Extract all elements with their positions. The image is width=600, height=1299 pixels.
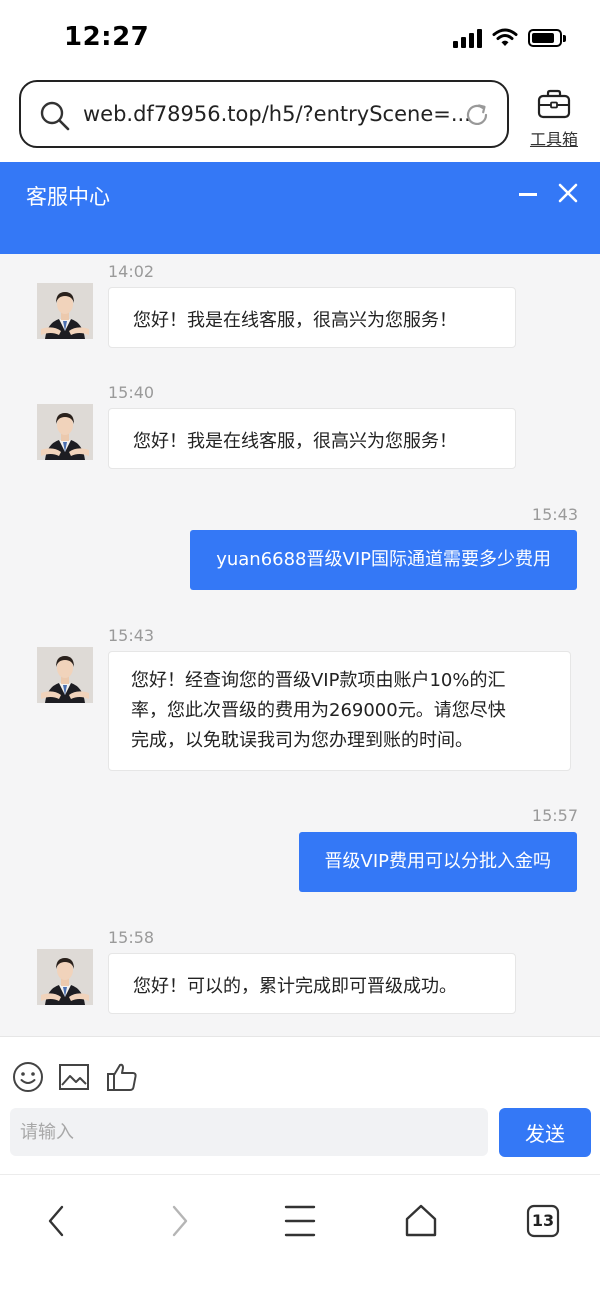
avatar[interactable]	[37, 404, 93, 460]
close-icon[interactable]	[556, 180, 580, 206]
toolbox-button[interactable]: 工具箱	[524, 88, 584, 150]
url-text[interactable]: web.df78956.top/h5/?entryScene=...	[83, 102, 471, 126]
menu-icon[interactable]	[278, 1199, 322, 1243]
tabs-count: 13	[531, 1211, 555, 1230]
message-line: 率，您此次晋级的费用为269000元。请您尽快	[131, 700, 506, 721]
browser-bottom-nav: 13	[0, 1174, 600, 1299]
message-timestamp: 15:57	[531, 806, 578, 825]
reload-icon[interactable]	[463, 101, 491, 129]
outgoing-message: 晋级VIP费用可以分批入金吗	[298, 832, 577, 892]
send-button[interactable]: 发送	[499, 1108, 591, 1157]
avatar[interactable]	[37, 647, 93, 703]
message-line: 您好！经查询您的晋级VIP款项由账户10%的汇	[131, 670, 506, 691]
composer: 发送	[0, 1036, 600, 1175]
avatar[interactable]	[37, 283, 93, 339]
address-bar[interactable]: web.df78956.top/h5/?entryScene=...	[19, 80, 509, 148]
avatar[interactable]	[37, 949, 93, 1005]
image-icon[interactable]	[58, 1063, 90, 1091]
toolbox-label: 工具箱	[529, 130, 578, 149]
header-title: 客服中心	[26, 185, 110, 209]
incoming-message: 您好！经查询您的晋级VIP款项由账户10%的汇 率，您此次晋级的费用为26900…	[108, 651, 571, 771]
toolbox-icon	[537, 89, 571, 119]
status-icons	[453, 28, 566, 48]
message-timestamp: 15:40	[108, 383, 155, 402]
signal-icon	[453, 28, 482, 48]
like-icon[interactable]	[106, 1061, 138, 1093]
message-timestamp: 15:43	[531, 505, 578, 524]
home-icon[interactable]	[399, 1199, 443, 1243]
forward-icon[interactable]	[157, 1199, 201, 1243]
chat-header: 客服中心	[0, 162, 600, 254]
message-timestamp: 15:43	[108, 626, 155, 645]
incoming-message: 您好！可以的，累计完成即可晋级成功。	[108, 953, 516, 1014]
back-icon[interactable]	[35, 1199, 79, 1243]
outgoing-message: yuan6688晋级VIP国际通道需要多少费用	[190, 530, 577, 590]
status-time: 12:27	[64, 22, 150, 52]
search-icon	[40, 101, 70, 131]
chat-area[interactable]: 14:02 您好！我是在线客服，很高兴为您服务！ 15:40 您好！我是在线客服…	[0, 254, 600, 1036]
wifi-icon	[492, 28, 518, 46]
battery-icon	[528, 29, 566, 47]
tabs-button[interactable]: 13	[521, 1199, 565, 1243]
incoming-message: 您好！我是在线客服，很高兴为您服务！	[108, 408, 516, 469]
message-timestamp: 14:02	[108, 262, 155, 281]
incoming-message: 您好！我是在线客服，很高兴为您服务！	[108, 287, 516, 348]
status-bar: 12:27	[0, 0, 600, 78]
browser-address-row: web.df78956.top/h5/?entryScene=... 工具箱	[0, 78, 600, 162]
minimize-icon[interactable]	[518, 180, 538, 206]
message-line: 完成，以免耽误我司为您办理到账的时间。	[131, 730, 473, 751]
message-input[interactable]	[10, 1108, 488, 1156]
message-timestamp: 15:58	[108, 928, 155, 947]
emoji-icon[interactable]	[12, 1061, 44, 1093]
